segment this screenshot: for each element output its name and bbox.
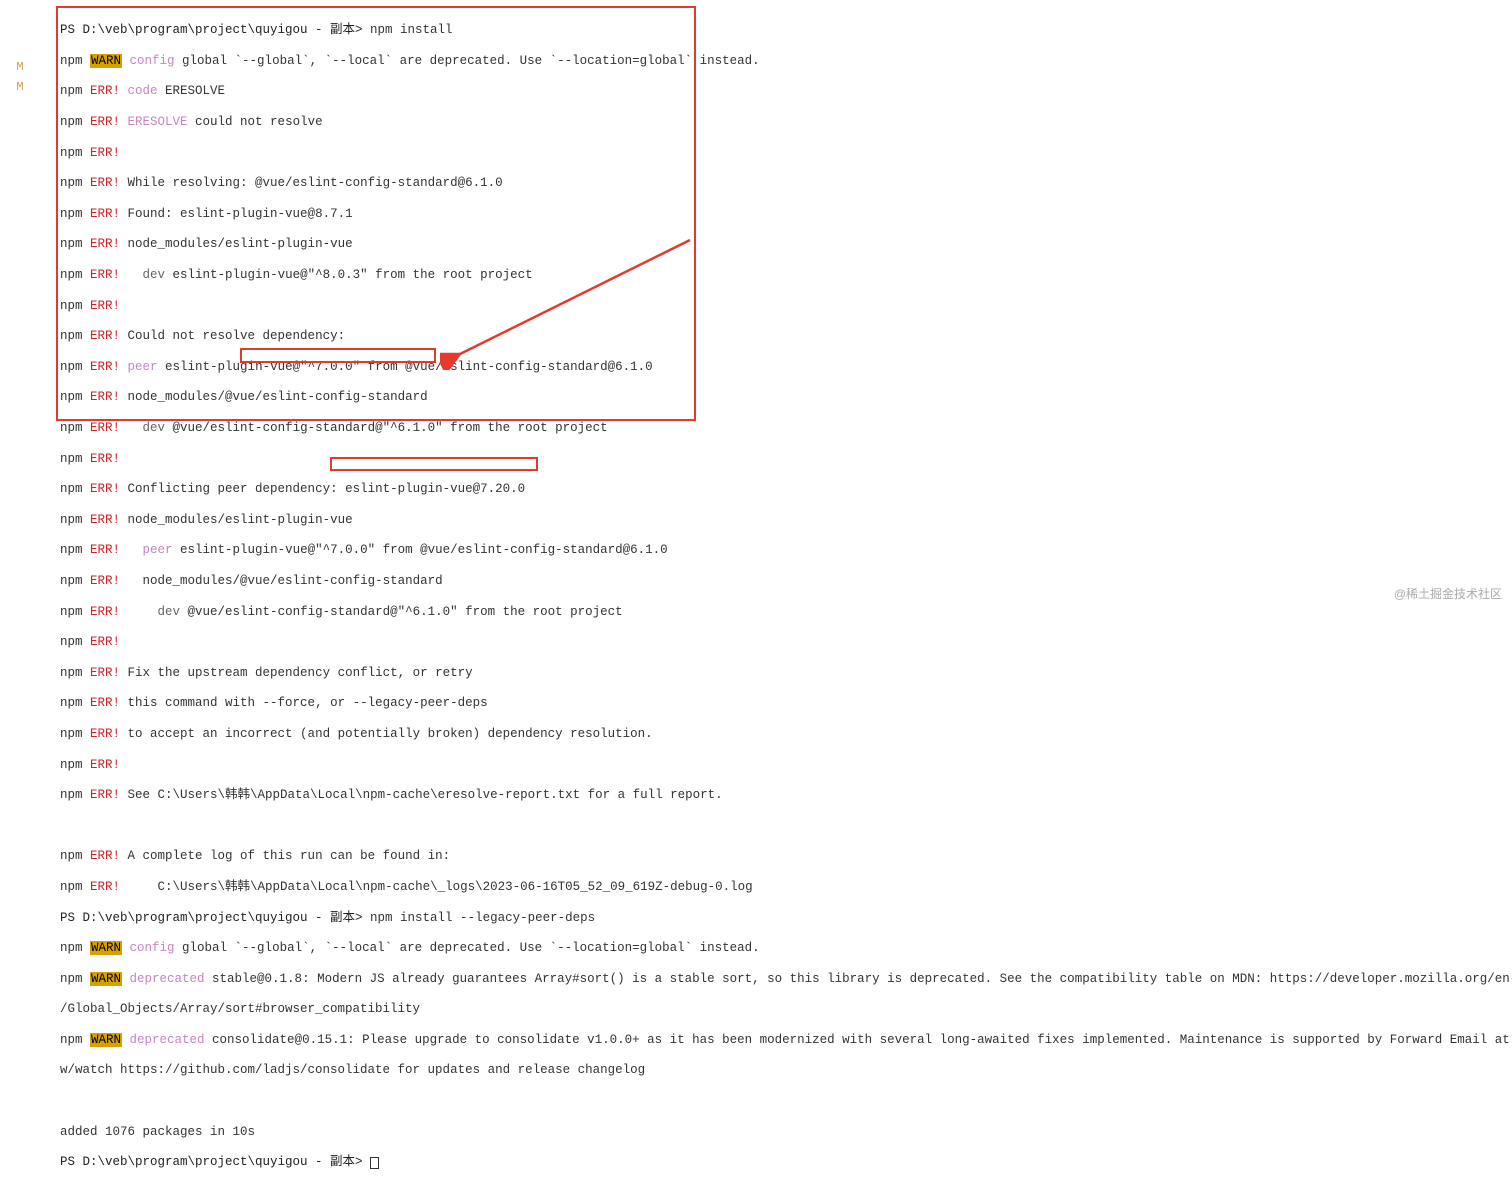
log-line: npm WARN config global `--global`, `--lo… (60, 941, 1504, 956)
warn-badge: WARN (90, 54, 122, 68)
log-line: npm ERR! (60, 635, 1504, 650)
blank-line (60, 1094, 1504, 1109)
log-line: npm WARN deprecated consolidate@0.15.1: … (60, 1033, 1504, 1048)
log-line: npm ERR! While resolving: @vue/eslint-co… (60, 176, 1504, 191)
log-line: /Global_Objects/Array/sort#browser_compa… (60, 1002, 1504, 1017)
gutter-mark: M (0, 60, 40, 80)
log-line: npm ERR! peer eslint-plugin-vue@"^7.0.0"… (60, 360, 1504, 375)
log-line: npm ERR! C:\Users\韩韩\AppData\Local\npm-c… (60, 880, 1504, 895)
prompt-line: PS D:\veb\program\project\quyigou - 副本> … (60, 911, 1504, 926)
log-line: npm ERR! (60, 299, 1504, 314)
log-line: npm ERR! node_modules/eslint-plugin-vue (60, 237, 1504, 252)
log-line: npm ERR! node_modules/@vue/eslint-config… (60, 574, 1504, 589)
log-line: npm ERR! to accept an incorrect (and pot… (60, 727, 1504, 742)
blank-line (60, 819, 1504, 834)
log-line: npm ERR! Fix the upstream dependency con… (60, 666, 1504, 681)
log-line: npm ERR! this command with --force, or -… (60, 696, 1504, 711)
log-line: npm WARN config global `--global`, `--lo… (60, 54, 1504, 69)
err-badge: ERR! (90, 84, 120, 98)
log-line: npm ERR! dev @vue/eslint-config-standard… (60, 421, 1504, 436)
log-line: npm ERR! Conflicting peer dependency: es… (60, 482, 1504, 497)
log-line: npm ERR! (60, 758, 1504, 773)
log-line: npm ERR! Could not resolve dependency: (60, 329, 1504, 344)
log-line: npm ERR! Found: eslint-plugin-vue@8.7.1 (60, 207, 1504, 222)
log-line: npm ERR! dev @vue/eslint-config-standard… (60, 605, 1504, 620)
log-line: npm ERR! (60, 146, 1504, 161)
prompt-line: PS D:\veb\program\project\quyigou - 副本> … (60, 23, 1504, 38)
log-line: npm ERR! dev eslint-plugin-vue@"^8.0.3" … (60, 268, 1504, 283)
log-line: npm ERR! node_modules/@vue/eslint-config… (60, 390, 1504, 405)
prompt-line[interactable]: PS D:\veb\program\project\quyigou - 副本> (60, 1155, 1504, 1170)
log-line: npm ERR! ERESOLVE could not resolve (60, 115, 1504, 130)
terminal-output[interactable]: PS D:\veb\program\project\quyigou - 副本> … (60, 8, 1504, 1186)
log-line: npm ERR! code ERESOLVE (60, 84, 1504, 99)
watermark-text: @稀土掘金技术社区 (1394, 585, 1502, 602)
gutter: M M (0, 60, 40, 100)
log-line: w/watch https://github.com/ladjs/consoli… (60, 1063, 1504, 1078)
log-line: npm ERR! A complete log of this run can … (60, 849, 1504, 864)
log-line: npm ERR! See C:\Users\韩韩\AppData\Local\n… (60, 788, 1504, 803)
gutter-mark: M (0, 80, 40, 100)
log-line: npm ERR! (60, 452, 1504, 467)
log-line: npm ERR! node_modules/eslint-plugin-vue (60, 513, 1504, 528)
log-line: npm ERR! peer eslint-plugin-vue@"^7.0.0"… (60, 543, 1504, 558)
log-line: npm WARN deprecated stable@0.1.8: Modern… (60, 972, 1504, 987)
log-line: added 1076 packages in 10s (60, 1125, 1504, 1140)
cursor-icon (370, 1157, 379, 1169)
